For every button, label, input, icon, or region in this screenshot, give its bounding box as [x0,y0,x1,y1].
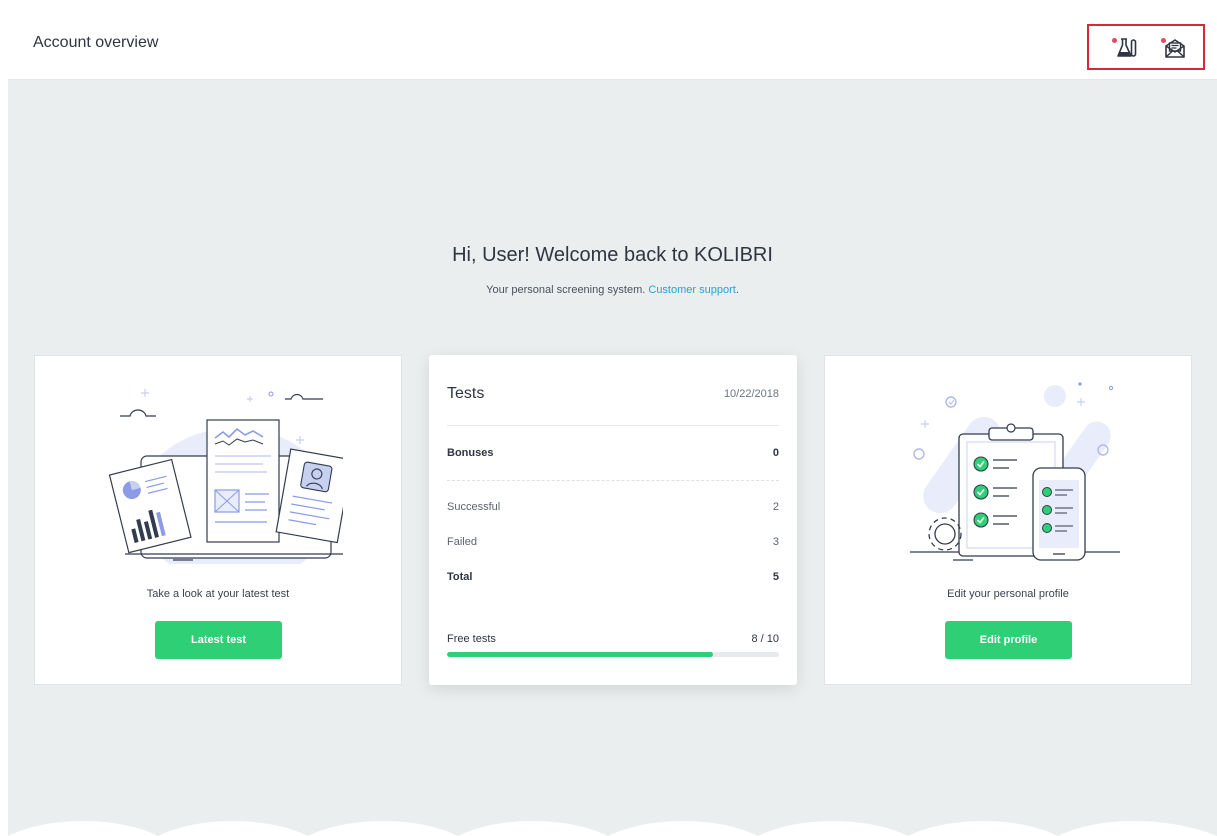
subtitle-period: . [735,284,739,296]
welcome-heading: Hi, User! Welcome back to KOLIBRI [452,244,773,266]
profile-caption: Edit your personal profile [947,588,1069,600]
documents-illustration [108,389,343,564]
latest-test-button[interactable]: Latest test [155,621,282,659]
bonuses-row: Bonuses 0 [447,447,779,459]
tests-title: Tests [447,385,485,402]
divider [447,480,779,481]
profile-card: Edit your personal profile Edit profile [824,355,1192,685]
successful-value: 2 [772,501,779,513]
tests-card: Tests 10/22/2018 Bonuses 0 Successful 2 … [429,355,797,685]
bonuses-label: Bonuses [447,447,494,459]
app-frame: Account overview Hi, User! Welcome back … [8,8,1217,836]
header-actions [1087,24,1205,70]
failed-value: 3 [772,536,779,548]
divider [447,425,779,426]
message-icon[interactable] [1161,34,1189,62]
successful-label: Successful [447,501,501,513]
checklist-illustration [910,382,1120,561]
notification-dot [1112,38,1117,43]
tests-date: 10/22/2018 [723,388,779,400]
edit-profile-button[interactable]: Edit profile [945,621,1072,659]
flask-icon[interactable] [1112,34,1140,62]
top-bar: Account overview [8,8,1217,80]
failed-label: Failed [447,536,477,548]
notification-dot [1161,38,1166,43]
bonuses-value: 0 [772,447,779,459]
latest-test-card: Take a look at your latest test Latest t… [34,355,402,685]
successful-row: Successful 2 [447,501,779,513]
page-title: Account overview [33,34,159,51]
total-row: Total 5 [447,571,779,583]
free-tests-progress [447,652,779,657]
decorative-waves [8,821,1217,836]
customer-support-link[interactable]: Customer support [648,284,735,296]
failed-row: Failed 3 [447,536,779,548]
total-value: 5 [772,571,779,583]
free-tests-label: Free tests [447,633,496,645]
latest-test-caption: Take a look at your latest test [146,588,290,600]
subtitle-text: Your personal screening system. [486,284,646,296]
free-tests-row: Free tests 8 / 10 [447,633,779,645]
welcome-subtitle: Your personal screening system. Customer… [8,284,1217,296]
total-label: Total [447,571,473,583]
free-tests-progress-fill [447,652,713,657]
free-tests-value: 8 / 10 [751,633,779,645]
